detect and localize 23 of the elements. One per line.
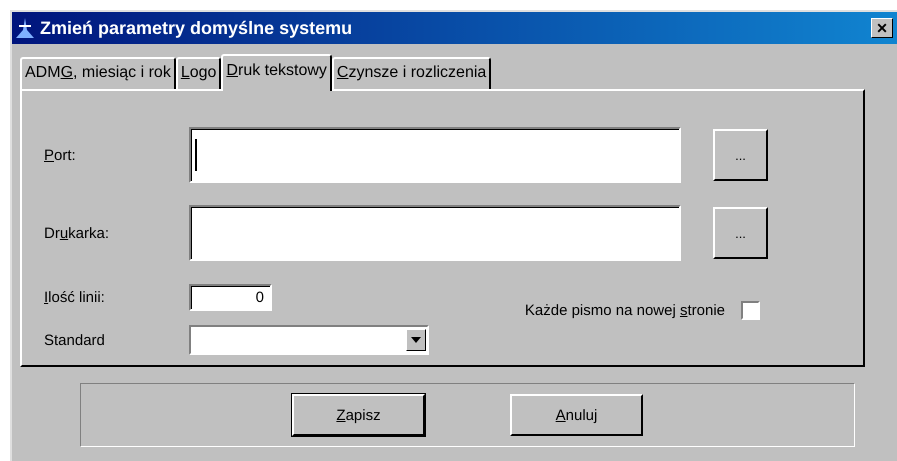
- text-cursor: [195, 139, 197, 171]
- lines-field[interactable]: 0: [189, 284, 272, 311]
- browse-button[interactable]: ...: [713, 129, 768, 181]
- caret-icon: [411, 337, 421, 343]
- printer-label: Drukarka:: [44, 224, 110, 242]
- lines-label: Ilość linii:: [44, 289, 106, 306]
- port-label: Port:: [44, 146, 77, 164]
- tab[interactable]: Druk tekstowy: [221, 54, 332, 91]
- tab[interactable]: Logo: [176, 57, 222, 89]
- close-button[interactable]: ×: [871, 18, 893, 38]
- checkbox-label: Każde pismo na nowej stronie: [524, 302, 725, 319]
- cancel-button[interactable]: Anuluj: [510, 394, 643, 436]
- browse-button[interactable]: ...: [713, 207, 768, 259]
- window-title: Zmień parametry domyślne systemu: [40, 18, 354, 38]
- checkbox[interactable]: [741, 301, 760, 320]
- dropdown-button[interactable]: [406, 329, 426, 351]
- standard-dropdown[interactable]: [189, 325, 429, 355]
- port-field[interactable]: [189, 127, 681, 183]
- save-button[interactable]: Zapisz: [292, 394, 425, 436]
- printer-field[interactable]: [189, 205, 681, 261]
- tab[interactable]: Czynsze i rozliczenia: [332, 57, 492, 89]
- tab[interactable]: ADMG, miesiąc i rok: [20, 57, 176, 89]
- standard-label: Standard: [44, 332, 106, 348]
